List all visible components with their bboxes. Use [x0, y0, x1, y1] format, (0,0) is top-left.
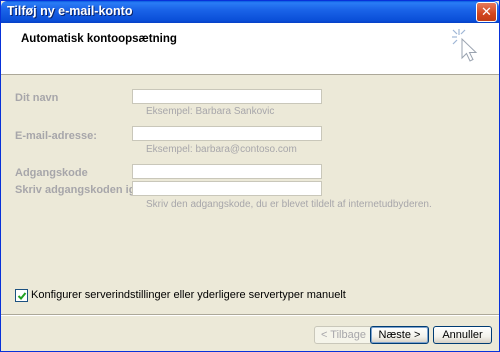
name-field[interactable] [132, 89, 322, 104]
wizard-cursor-icon [452, 29, 478, 62]
back-button[interactable]: < Tilbage [314, 326, 373, 344]
cancel-button[interactable]: Annuller [433, 326, 492, 344]
manual-config-checkbox[interactable] [15, 289, 28, 302]
add-email-account-dialog: Tilføj ny e-mail-konto ✕ Automatisk kont… [0, 0, 500, 352]
page-title: Automatisk kontoopsætning [21, 33, 177, 45]
name-hint: Eksempel: Barbara Sankovic [146, 106, 275, 117]
close-icon: ✕ [481, 4, 492, 19]
password-repeat-field[interactable] [132, 181, 322, 196]
email-hint: Eksempel: barbara@contoso.com [146, 144, 297, 155]
password-field[interactable] [132, 164, 322, 179]
password-label: Adgangskode [15, 167, 88, 179]
title-bar[interactable]: Tilføj ny e-mail-konto ✕ [1, 1, 499, 23]
window-title: Tilføj ny e-mail-konto [7, 4, 133, 18]
name-label: Dit navn [15, 92, 59, 104]
email-field[interactable] [132, 126, 322, 141]
close-button[interactable]: ✕ [476, 2, 497, 22]
email-label: E-mail-adresse: [15, 130, 97, 142]
checkmark-icon [17, 292, 27, 300]
wizard-header: Automatisk kontoopsætning [1, 23, 499, 75]
footer-divider [1, 314, 499, 316]
manual-config-label[interactable]: Konfigurer serverindstillinger eller yde… [31, 289, 346, 301]
next-button[interactable]: Næste > [370, 326, 429, 344]
password-hint: Skriv den adgangskode, du er blevet tild… [146, 199, 432, 210]
